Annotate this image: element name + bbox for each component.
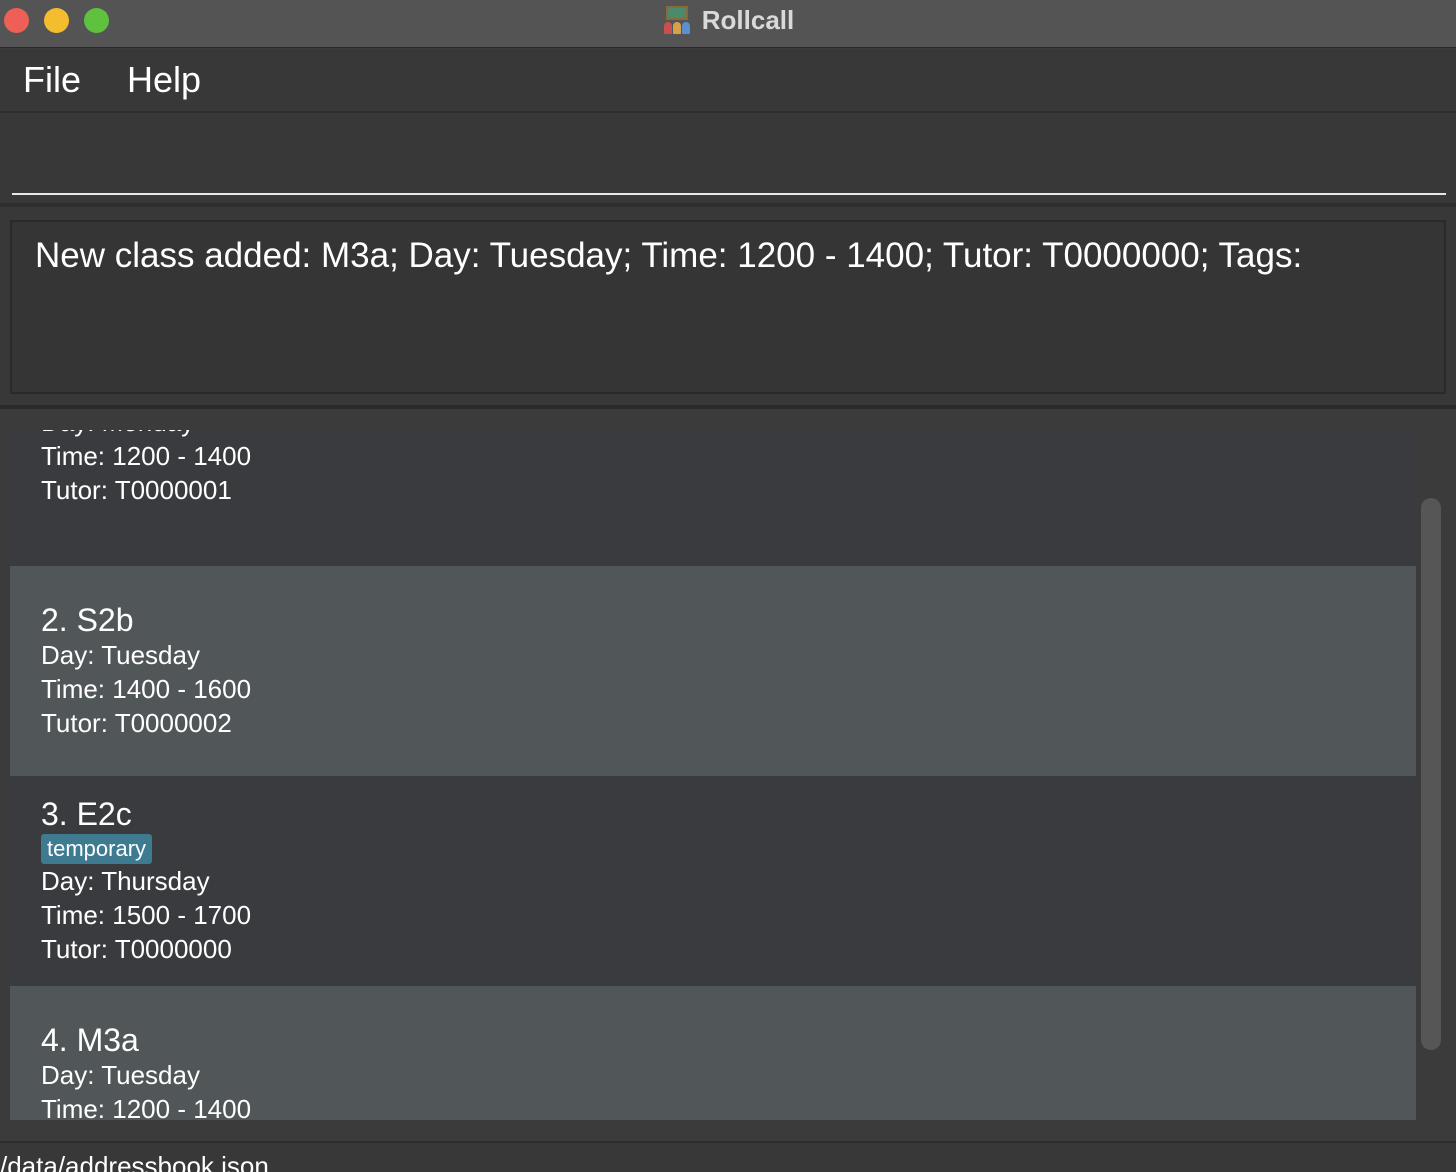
class-card-tutor: Tutor: T0000002 — [41, 708, 232, 738]
class-card-title: 4. M3a — [41, 1022, 139, 1058]
result-display-container: New class added: M3a; Day: Tuesday; Time… — [0, 207, 1456, 409]
class-card-day: Day: Thursday — [41, 866, 210, 896]
class-card-tutor: Tutor: T0000000 — [41, 934, 232, 964]
status-file-path: /data/addressbook.json — [0, 1151, 269, 1172]
window-title-group: Rollcall — [0, 0, 1456, 40]
command-box-container — [0, 113, 1456, 207]
tag-badge: temporary — [41, 834, 153, 864]
title-bar: Rollcall — [0, 0, 1456, 48]
list-scrollbar-thumb[interactable] — [1421, 498, 1441, 1050]
class-card-day: Day: Tuesday — [41, 1060, 200, 1090]
class-card-day: Day: Monday — [41, 430, 1416, 439]
class-card-tags: temporary — [41, 832, 1416, 864]
class-card-time: Time: 1500 - 1700 — [41, 900, 252, 930]
class-card-title: 3. E2c — [41, 796, 132, 832]
class-list[interactable]: Day: Monday Time: 1200 - 1400 Tutor: T00… — [10, 430, 1416, 1120]
class-card-tutor: Tutor: T0000001 — [41, 475, 232, 505]
menu-file[interactable]: File — [0, 50, 104, 110]
status-bar: /data/addressbook.json — [0, 1141, 1456, 1172]
command-input[interactable] — [12, 113, 1446, 195]
class-card-title: 2. S2b — [41, 602, 134, 638]
class-card[interactable]: 4. M3a Day: Tuesday Time: 1200 - 1400 — [10, 986, 1416, 1120]
class-card-time: Time: 1400 - 1600 — [41, 674, 252, 704]
menu-bar: File Help — [0, 49, 1456, 113]
window-title: Rollcall — [701, 4, 795, 35]
class-card[interactable]: 3. E2c temporary Day: Thursday Time: 150… — [10, 776, 1416, 986]
class-card[interactable]: Day: Monday Time: 1200 - 1400 Tutor: T00… — [10, 430, 1416, 566]
app-icon — [662, 5, 692, 35]
class-list-panel: Day: Monday Time: 1200 - 1400 Tutor: T00… — [0, 409, 1456, 1141]
class-card-time: Time: 1200 - 1400 — [41, 1094, 252, 1120]
class-card-time: Time: 1200 - 1400 — [41, 441, 252, 471]
menu-help[interactable]: Help — [104, 50, 224, 110]
result-message: New class added: M3a; Day: Tuesday; Time… — [35, 236, 1303, 275]
class-card[interactable]: 2. S2b Day: Tuesday Time: 1400 - 1600 Tu… — [10, 566, 1416, 776]
result-display[interactable]: New class added: M3a; Day: Tuesday; Time… — [10, 220, 1446, 394]
class-card-day: Day: Tuesday — [41, 640, 200, 670]
